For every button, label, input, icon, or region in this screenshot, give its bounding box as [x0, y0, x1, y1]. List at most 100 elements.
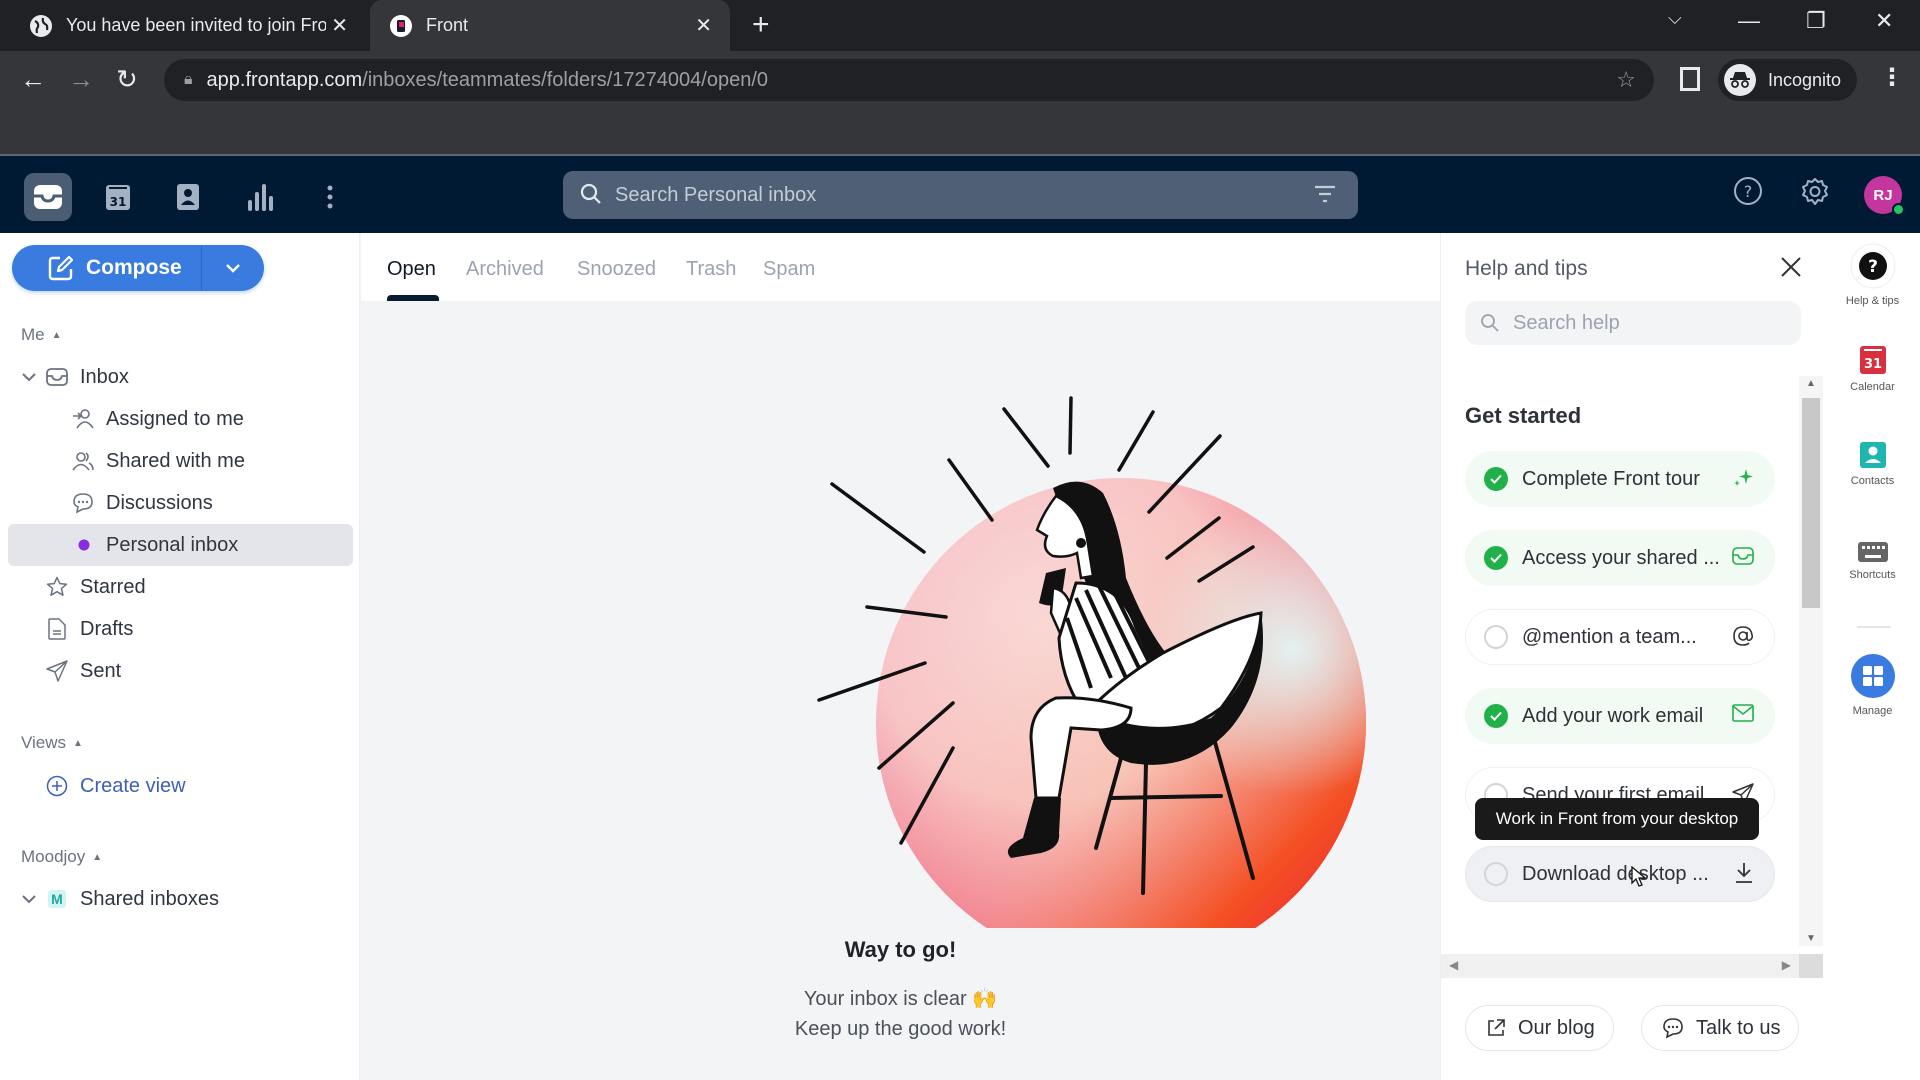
url-host: app.frontapp.com	[206, 68, 363, 91]
back-icon[interactable]: ←	[20, 64, 46, 95]
svg-text:31: 31	[110, 195, 127, 209]
sidebar-item-label: Inbox	[80, 365, 129, 388]
task-add-work-email[interactable]: Add your work email	[1465, 688, 1775, 744]
tab-search-icon[interactable]: ⌵	[1668, 8, 1682, 29]
sidebar-item-drafts[interactable]: Drafts	[8, 608, 353, 650]
help-panel-title: Help and tips	[1465, 257, 1588, 280]
rail-label: Shortcuts	[1849, 569, 1896, 581]
analytics-nav-button[interactable]	[236, 173, 284, 221]
help-vertical-scrollbar[interactable]: ▲ ▼	[1799, 376, 1823, 946]
inbox-icon	[46, 367, 68, 387]
sidebar-item-sent[interactable]: Sent	[8, 650, 353, 692]
sidebar-item-label: Shared with me	[106, 449, 245, 472]
sparkle-icon	[1732, 467, 1754, 489]
section-moodjoy-toggle[interactable]: Moodjoy ▲	[21, 847, 102, 867]
forward-icon[interactable]: →	[68, 64, 94, 95]
scroll-up-arrow-icon[interactable]: ▲	[1806, 378, 1816, 389]
new-tab-button[interactable]: +	[752, 8, 770, 42]
side-panel-icon[interactable]	[1680, 67, 1700, 91]
workspace-badge: M	[48, 890, 66, 908]
task-access-shared-inbox[interactable]: Access your shared ...	[1465, 530, 1775, 586]
task-mention-teammate[interactable]: @mention a team...	[1465, 609, 1775, 665]
help-horizontal-scrollbar[interactable]: ◀ ▶	[1441, 954, 1799, 978]
minimize-icon[interactable]: —	[1738, 8, 1760, 34]
rail-contacts[interactable]: Contacts	[1825, 441, 1920, 487]
sidebar-item-discussions[interactable]: Discussions	[8, 482, 353, 524]
close-icon[interactable]	[1779, 255, 1803, 284]
scroll-down-arrow-icon[interactable]: ▼	[1806, 933, 1816, 944]
rail-calendar[interactable]: 31 Calendar	[1825, 345, 1920, 393]
rail-manage[interactable]: Manage	[1825, 653, 1920, 717]
rail-label: Contacts	[1850, 475, 1895, 487]
front-logo-icon	[390, 14, 412, 37]
more-nav-button[interactable]	[306, 173, 354, 221]
tooltip: Work in Front from your desktop	[1475, 798, 1759, 840]
our-blog-button[interactable]: Our blog	[1465, 1005, 1614, 1051]
compose-label: Compose	[86, 256, 182, 279]
tab-spam[interactable]: Spam	[763, 258, 815, 281]
task-complete-front-tour[interactable]: Complete Front tour	[1465, 451, 1775, 507]
rail-help-tips[interactable]: ? Help & tips	[1825, 243, 1920, 307]
calendar-nav-button[interactable]: 31	[94, 173, 142, 221]
reload-icon[interactable]: ↻	[116, 64, 138, 95]
contacts-nav-button[interactable]	[164, 173, 212, 221]
task-download-desktop-app[interactable]: Download desktop ...	[1465, 846, 1775, 902]
sidebar-item-starred[interactable]: Starred	[8, 566, 353, 608]
settings-gear-icon[interactable]	[1799, 176, 1831, 213]
talk-to-us-button[interactable]: Talk to us	[1641, 1005, 1800, 1051]
close-tab-icon[interactable]: ✕	[695, 13, 712, 38]
sidebar-item-inbox[interactable]: Inbox	[8, 356, 353, 398]
create-view-label: Create view	[80, 774, 186, 797]
tab-archived[interactable]: Archived	[466, 258, 544, 281]
rail-shortcuts[interactable]: Shortcuts	[1825, 541, 1920, 581]
incognito-profile-button[interactable]: Incognito	[1718, 59, 1858, 101]
at-icon	[1732, 625, 1754, 647]
close-tab-icon[interactable]: ✕	[331, 13, 348, 38]
task-label: Access your shared ...	[1522, 546, 1720, 569]
chevron-down-icon	[22, 373, 36, 382]
scroll-left-arrow-icon[interactable]: ◀	[1449, 958, 1458, 972]
window-close-icon[interactable]: ✕	[1875, 8, 1893, 34]
browser-tab-invite[interactable]: You have been invited to join Front ✕	[0, 0, 366, 51]
browser-menu-icon[interactable]: ⋮	[1880, 63, 1904, 92]
scroll-right-arrow-icon[interactable]: ▶	[1782, 958, 1791, 972]
grid-icon	[1850, 654, 1895, 698]
folder-tabs: Open Archived Snoozed Trash Spam	[361, 233, 1440, 301]
task-label: @mention a team...	[1522, 625, 1697, 648]
tab-snoozed[interactable]: Snoozed	[577, 258, 656, 281]
sent-icon	[46, 660, 68, 682]
compose-options-button[interactable]	[202, 263, 264, 273]
user-avatar[interactable]: RJ	[1864, 176, 1905, 216]
sidebar-item-shared-with-me[interactable]: Shared with me	[8, 440, 353, 482]
section-views-toggle[interactable]: Views ▲	[21, 733, 83, 753]
checkmark-icon	[1484, 704, 1508, 728]
calendar-icon: 31	[106, 185, 130, 210]
task-label: Add your work email	[1522, 704, 1704, 727]
sidebar-item-assigned-to-me[interactable]: Assigned to me	[8, 398, 353, 440]
rail-divider	[1857, 626, 1891, 628]
drafts-icon	[48, 618, 66, 640]
restore-icon[interactable]: ❐	[1806, 8, 1826, 34]
external-link-icon	[1488, 1019, 1505, 1036]
compose-icon	[48, 255, 74, 281]
profile-label: Incognito	[1768, 69, 1842, 90]
sidebar-item-shared-inboxes[interactable]: M Shared inboxes	[8, 878, 353, 920]
compose-button[interactable]: Compose	[12, 245, 202, 291]
tab-trash[interactable]: Trash	[686, 258, 736, 281]
tab-open[interactable]: Open	[387, 258, 436, 281]
address-bar[interactable]: 🔒︎ app.frontapp.com/inboxes/teammates/fo…	[164, 59, 1654, 101]
inbox-icon	[34, 185, 62, 209]
section-me-toggle[interactable]: Me ▲	[21, 325, 62, 345]
scrollbar-thumb[interactable]	[1802, 398, 1820, 608]
browser-tab-front[interactable]: Front ✕	[370, 0, 730, 51]
inbox-nav-button[interactable]	[24, 173, 72, 221]
help-icon[interactable]: ?	[1733, 176, 1763, 211]
inbox-search-input[interactable]: Search Personal inbox	[563, 171, 1358, 219]
shared-icon	[72, 450, 94, 472]
browser-toolbar: ← → ↻ 🔒︎ app.frontapp.com/inboxes/teamma…	[0, 51, 1920, 154]
sidebar-item-personal-inbox[interactable]: Personal inbox	[8, 524, 353, 566]
create-view-link[interactable]: Create view	[8, 765, 353, 807]
bookmark-star-icon[interactable]: ☆	[1616, 67, 1636, 93]
analytics-icon	[248, 184, 273, 211]
help-search-input[interactable]: Search help	[1465, 301, 1801, 345]
